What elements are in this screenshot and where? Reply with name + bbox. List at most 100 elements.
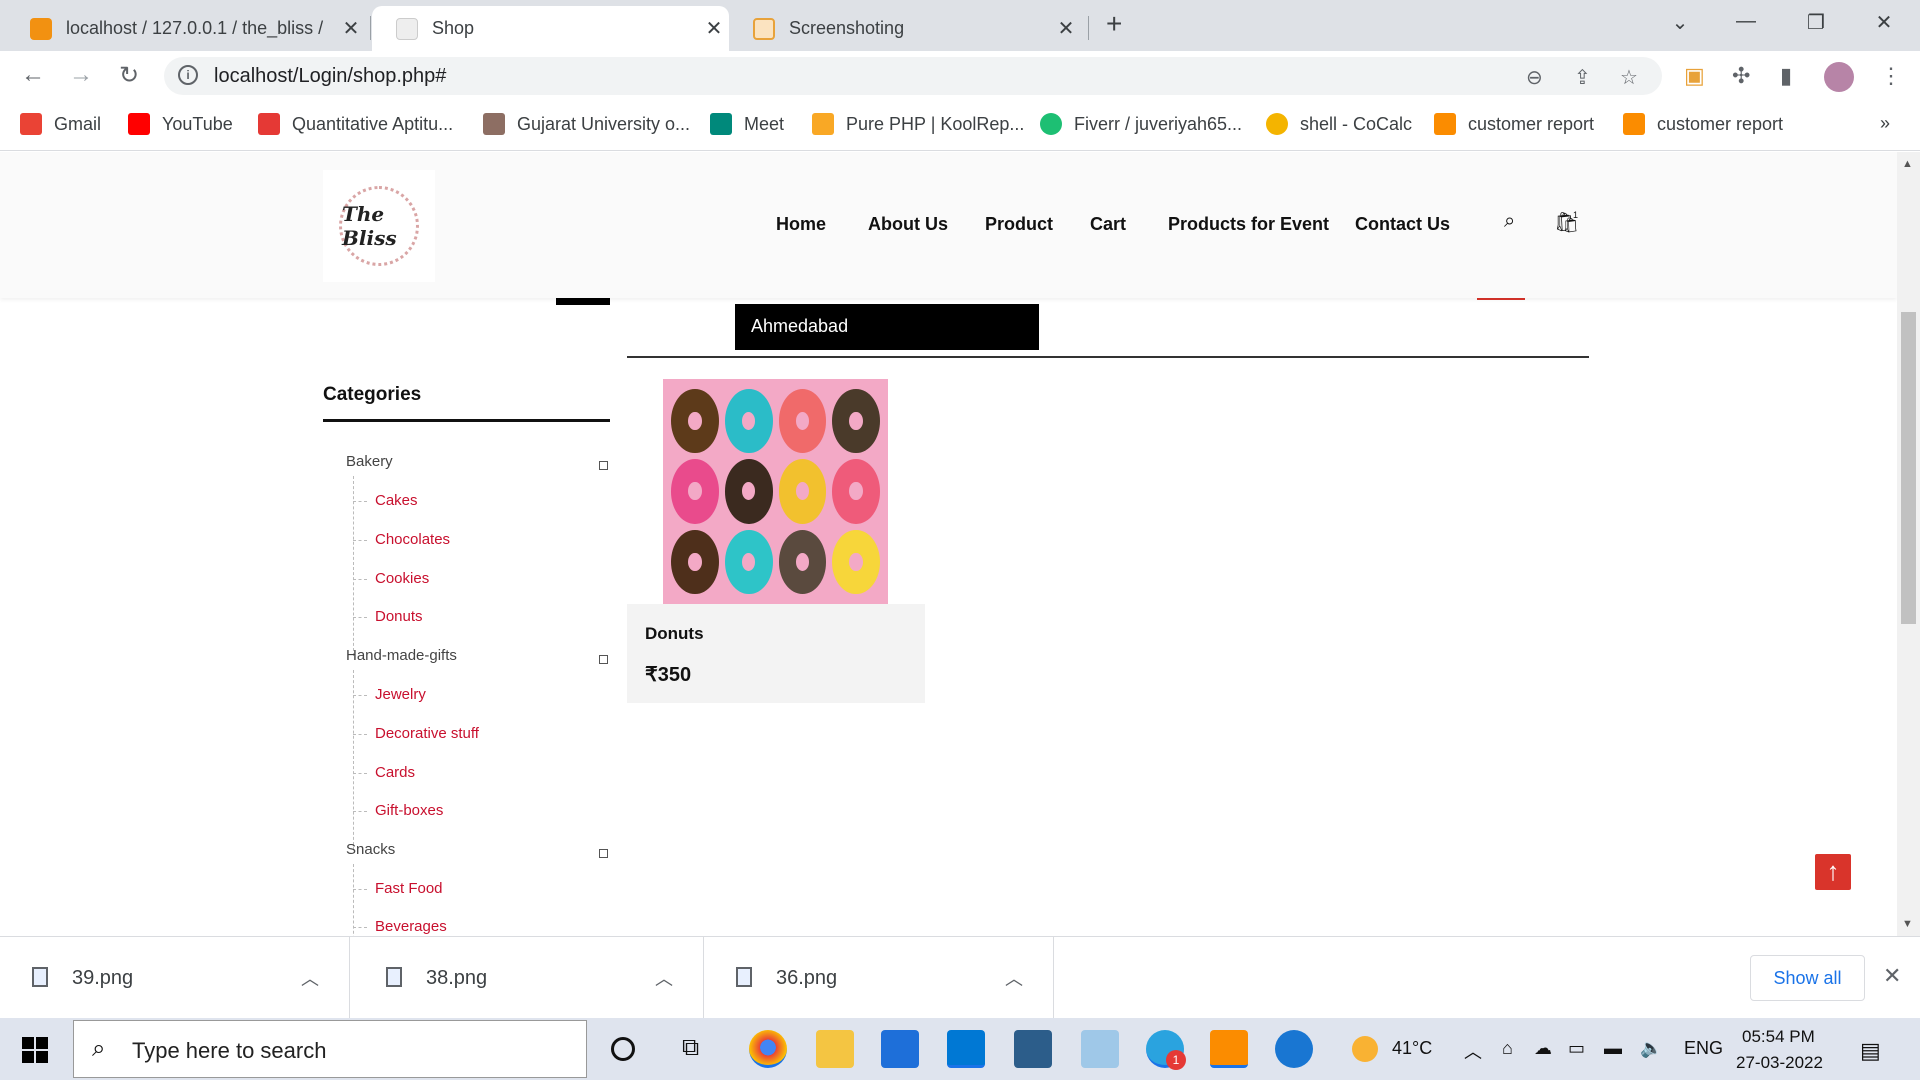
tab-shop[interactable]: Shop ✕ bbox=[372, 6, 729, 51]
bookmark-koolreport[interactable]: Pure PHP | KoolRep... bbox=[812, 113, 1024, 135]
bookmark-cocalc[interactable]: shell - CoCalc bbox=[1266, 113, 1412, 135]
notepad-app-icon[interactable] bbox=[1081, 1030, 1119, 1068]
subcategory-chocolates[interactable]: Chocolates bbox=[375, 531, 450, 548]
close-icon[interactable]: ✕ bbox=[336, 16, 366, 41]
tab-screenshoting[interactable]: Screenshoting ✕ bbox=[729, 6, 1081, 51]
windows-start-icon[interactable] bbox=[22, 1037, 48, 1063]
action-center-icon[interactable]: ▤ bbox=[1860, 1038, 1881, 1064]
location-label[interactable]: Ahmedabad bbox=[735, 304, 1039, 350]
download-item[interactable]: 38.png ︿ bbox=[354, 937, 704, 1019]
bookmark-fiverr[interactable]: Fiverr / juveriyah65... bbox=[1040, 113, 1242, 135]
download-item[interactable]: 36.png ︿ bbox=[704, 937, 1054, 1019]
bookmark-gmail[interactable]: Gmail bbox=[20, 113, 101, 135]
subcategory-donuts[interactable]: Donuts bbox=[375, 608, 423, 625]
mysql-workbench-icon[interactable] bbox=[1014, 1030, 1052, 1068]
chevron-up-icon[interactable]: ︿ bbox=[655, 965, 673, 991]
file-explorer-icon[interactable] bbox=[816, 1030, 854, 1068]
forward-arrow-icon[interactable]: → bbox=[66, 61, 96, 89]
close-icon[interactable]: ✕ bbox=[1883, 963, 1901, 989]
more-bookmarks-chevron-icon[interactable]: » bbox=[1880, 113, 1890, 134]
collapse-toggle-icon[interactable] bbox=[599, 655, 608, 664]
weather-sun-icon[interactable] bbox=[1352, 1036, 1378, 1062]
bookmark-customer-report[interactable]: customer report bbox=[1434, 113, 1594, 135]
site-logo[interactable]: The Bliss bbox=[323, 170, 435, 282]
search-icon[interactable]: ⌕ bbox=[1504, 210, 1515, 233]
bookmark-quantitative[interactable]: Quantitative Aptitu... bbox=[258, 113, 453, 135]
taskbar-search-box[interactable]: ⌕ Type here to search bbox=[73, 1020, 587, 1078]
screenshot-extension-icon[interactable]: ▣ bbox=[1684, 63, 1705, 89]
task-view-icon[interactable]: ⧉ bbox=[682, 1034, 699, 1062]
temperature[interactable]: 41°C bbox=[1392, 1038, 1432, 1059]
subcategory-fast-food[interactable]: Fast Food bbox=[375, 880, 443, 897]
chevron-up-icon[interactable]: ︿ bbox=[1005, 965, 1023, 991]
site-info-icon[interactable]: i bbox=[178, 65, 198, 85]
category-bakery[interactable]: Bakery bbox=[346, 453, 393, 470]
maps-app-icon[interactable] bbox=[881, 1030, 919, 1068]
new-tab-button[interactable]: + bbox=[1106, 8, 1122, 40]
share-icon[interactable]: ⇪ bbox=[1574, 65, 1591, 90]
tray-expand-chevron-icon[interactable]: ︿ bbox=[1464, 1038, 1482, 1064]
product-name[interactable]: Donuts bbox=[645, 624, 704, 644]
show-all-downloads-button[interactable]: Show all bbox=[1750, 955, 1865, 1001]
profile-avatar[interactable] bbox=[1824, 62, 1854, 92]
product-image[interactable] bbox=[663, 379, 888, 604]
extensions-puzzle-icon[interactable]: ✣ bbox=[1732, 63, 1750, 89]
nav-products-for-event[interactable]: Products for Event bbox=[1168, 214, 1329, 235]
product-card[interactable]: Donuts ₹350 bbox=[627, 379, 925, 703]
side-panel-icon[interactable]: ▮ bbox=[1780, 63, 1792, 89]
bookmark-star-icon[interactable]: ☆ bbox=[1620, 65, 1638, 90]
minimize-icon[interactable]: — bbox=[1726, 10, 1766, 33]
tab-search-chevron-icon[interactable]: ⌄ bbox=[1660, 10, 1700, 35]
close-window-icon[interactable]: ✕ bbox=[1864, 10, 1904, 35]
url-text[interactable]: localhost/Login/shop.php# bbox=[214, 65, 446, 88]
subcategory-jewelry[interactable]: Jewelry bbox=[375, 686, 426, 703]
collapse-toggle-icon[interactable] bbox=[599, 461, 608, 470]
clock-time[interactable]: 05:54 PM bbox=[1742, 1027, 1815, 1047]
scrollbar-thumb[interactable] bbox=[1901, 312, 1916, 624]
tab-phpmyadmin[interactable]: localhost / 127.0.0.1 / the_bliss / ✕ bbox=[6, 6, 366, 51]
battery-icon[interactable]: ▬ bbox=[1604, 1038, 1622, 1059]
subcategory-cakes[interactable]: Cakes bbox=[375, 492, 418, 509]
close-icon[interactable]: ✕ bbox=[1051, 16, 1081, 41]
subcategory-cookies[interactable]: Cookies bbox=[375, 570, 429, 587]
volume-icon[interactable]: 🔈 bbox=[1640, 1038, 1662, 1059]
nav-cart[interactable]: Cart bbox=[1090, 214, 1126, 235]
back-arrow-icon[interactable]: ← bbox=[18, 61, 48, 89]
scroll-down-arrow-icon[interactable]: ▼ bbox=[1902, 918, 1913, 930]
page-scrollbar[interactable]: ▲ ▼ bbox=[1897, 152, 1920, 936]
subcategory-gift-boxes[interactable]: Gift-boxes bbox=[375, 802, 443, 819]
onedrive-icon[interactable]: ☁ bbox=[1534, 1038, 1552, 1059]
nav-home[interactable]: Home bbox=[776, 214, 826, 235]
screen-icon[interactable]: ▭ bbox=[1568, 1038, 1585, 1059]
download-item[interactable]: 39.png ︿ bbox=[0, 937, 350, 1019]
subcategory-cards[interactable]: Cards bbox=[375, 764, 415, 781]
help-icon[interactable] bbox=[1275, 1030, 1313, 1068]
nav-about-us[interactable]: About Us bbox=[868, 214, 948, 235]
close-icon[interactable]: ✕ bbox=[699, 16, 729, 41]
scroll-up-arrow-icon[interactable]: ▲ bbox=[1902, 158, 1913, 170]
vscode-icon[interactable] bbox=[947, 1030, 985, 1068]
chrome-icon[interactable] bbox=[749, 1030, 787, 1068]
clock-date[interactable]: 27-03-2022 bbox=[1736, 1053, 1823, 1073]
collapse-toggle-icon[interactable] bbox=[599, 849, 608, 858]
bookmark-meet[interactable]: Meet bbox=[710, 113, 784, 135]
nav-product[interactable]: Product bbox=[985, 214, 1053, 235]
cortana-icon[interactable] bbox=[611, 1037, 635, 1061]
xampp-icon[interactable] bbox=[1210, 1030, 1248, 1068]
nav-contact-us[interactable]: Contact Us bbox=[1355, 214, 1450, 235]
bookmark-gujarat-university[interactable]: Gujarat University o... bbox=[483, 113, 690, 135]
address-bar[interactable]: i localhost/Login/shop.php# ⊖ ⇪ ☆ bbox=[164, 57, 1662, 95]
restore-icon[interactable]: ❐ bbox=[1796, 10, 1836, 35]
scroll-to-top-button[interactable]: ↑ bbox=[1815, 854, 1851, 890]
more-menu-icon[interactable]: ⋮ bbox=[1880, 63, 1902, 89]
reload-icon[interactable]: ↻ bbox=[114, 61, 144, 90]
zoom-icon[interactable]: ⊖ bbox=[1526, 65, 1543, 90]
chevron-up-icon[interactable]: ︿ bbox=[301, 965, 319, 991]
meet-now-icon[interactable]: ⌂ bbox=[1502, 1038, 1513, 1059]
bookmark-customer-report[interactable]: customer report bbox=[1623, 113, 1783, 135]
bookmark-youtube[interactable]: YouTube bbox=[128, 113, 233, 135]
language-indicator[interactable]: ENG bbox=[1684, 1038, 1723, 1059]
category-hand-made-gifts[interactable]: Hand-made-gifts bbox=[346, 647, 457, 664]
subcategory-beverages[interactable]: Beverages bbox=[375, 918, 447, 935]
category-snacks[interactable]: Snacks bbox=[346, 841, 395, 858]
